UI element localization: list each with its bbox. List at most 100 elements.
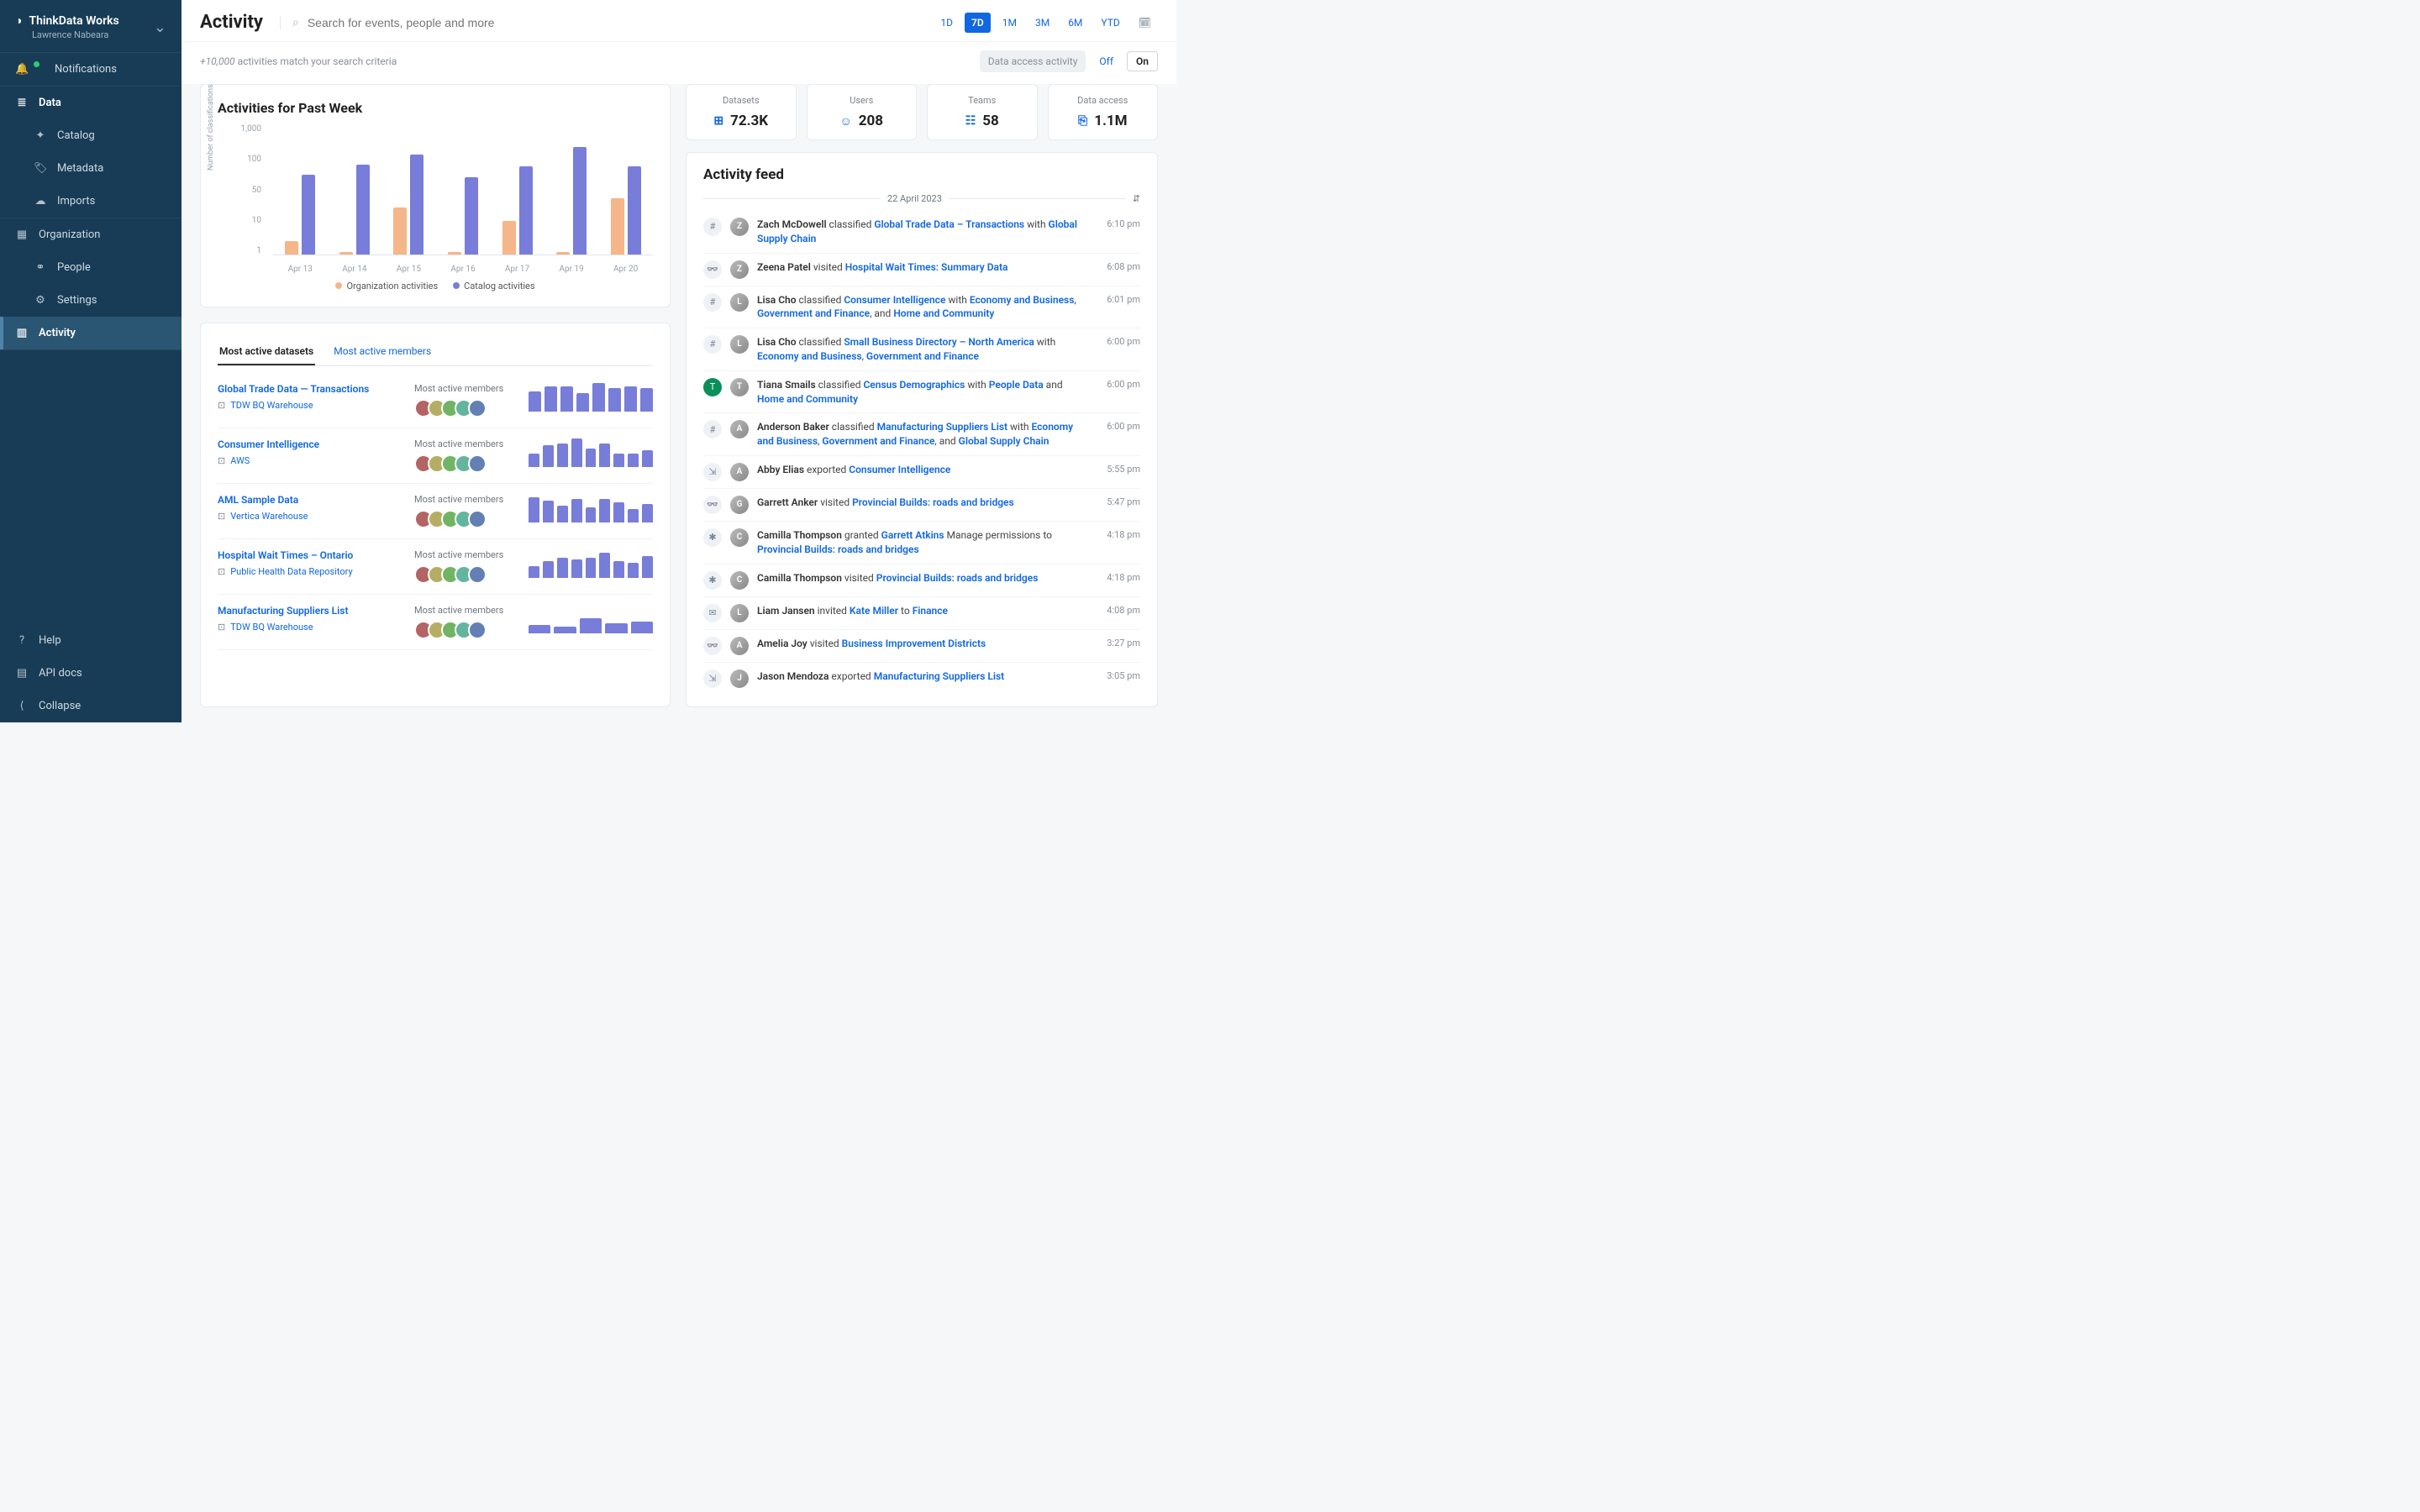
activities-chart-card: Activities for Past Week Number of class…	[200, 84, 671, 307]
feed-link[interactable]: Provincial Builds: roads and bridges	[852, 496, 1014, 508]
range-6M[interactable]: 6M	[1061, 13, 1089, 33]
avatar[interactable]: C	[730, 571, 749, 590]
feed-link[interactable]: Home and Community	[757, 393, 858, 405]
bar	[556, 252, 570, 255]
nav-activity[interactable]: ▥Activity	[0, 317, 182, 349]
feed-link[interactable]: Global Supply Chain	[959, 435, 1050, 447]
feed-time: 4:08 pm	[1100, 604, 1140, 617]
feed-link[interactable]: Government and Finance	[822, 435, 934, 447]
nav-organization[interactable]: ▦Organization	[0, 218, 182, 251]
range-7D[interactable]: 7D	[965, 13, 991, 33]
dataset-link[interactable]: AML Sample Data	[218, 494, 401, 506]
nav-metadata[interactable]: 🏷Metadata	[0, 152, 182, 185]
avatar[interactable]: G	[730, 496, 749, 514]
avatar[interactable]: L	[730, 293, 749, 312]
feed-link[interactable]: Consumer Intelligence	[849, 464, 950, 475]
dataset-source[interactable]: AWS	[230, 455, 250, 466]
dataset-source[interactable]: Vertica Warehouse	[230, 511, 308, 522]
feed-time: 4:18 pm	[1100, 528, 1140, 541]
dataset-source[interactable]: Public Health Data Repository	[230, 566, 352, 577]
feed-link[interactable]: Hospital Wait Times: Summary Data	[845, 261, 1008, 273]
search-input[interactable]	[308, 16, 918, 29]
feed-link[interactable]: Census Demographics	[863, 379, 965, 391]
range-1D[interactable]: 1D	[934, 13, 960, 33]
main: Activity ⌕ 1D7D1M3M6MYTD🗓 +10,000 activi…	[182, 0, 1176, 722]
avatar[interactable]	[468, 565, 487, 584]
feed-type-icon: ⇲	[703, 463, 722, 481]
stat-teams[interactable]: Teams☷58	[927, 84, 1038, 140]
feed-link[interactable]: Finance	[913, 605, 948, 617]
feed-item: ✱CCamilla Thompson granted Garrett Atkin…	[703, 522, 1140, 564]
feed-type-icon: #	[703, 335, 722, 354]
tab-members[interactable]: Most active members	[332, 339, 433, 365]
feed-link[interactable]: People Data	[989, 379, 1044, 391]
avatar[interactable]: L	[730, 335, 749, 354]
dataset-source[interactable]: TDW BQ Warehouse	[230, 400, 313, 411]
legend-entry: Organization activities	[335, 281, 438, 291]
nav-imports[interactable]: ☁Imports	[0, 185, 182, 218]
bar	[448, 252, 461, 255]
bar	[611, 198, 624, 255]
feed-link[interactable]: Provincial Builds: roads and bridges	[876, 572, 1039, 584]
avatar[interactable]	[468, 454, 487, 473]
dataset-link[interactable]: Global Trade Data — Transactions	[218, 383, 401, 395]
feed-link[interactable]: Global Trade Data – Transactions	[874, 218, 1024, 230]
nav-collapse[interactable]: ⟨Collapse	[0, 690, 182, 722]
people-icon: ⚭	[34, 261, 47, 274]
avatar[interactable]: C	[730, 528, 749, 547]
avatar[interactable]: A	[730, 637, 749, 655]
dataset-link[interactable]: Consumer Intelligence	[218, 438, 401, 450]
calendar-icon[interactable]: 🗓	[1132, 13, 1158, 33]
feed-link[interactable]: Manufacturing Suppliers List	[874, 670, 1004, 682]
org-switcher[interactable]: ◑ThinkData Works Lawrence Nabeara ⌄	[0, 0, 182, 53]
feed-link[interactable]: Government and Finance	[866, 350, 979, 362]
stat-data-access[interactable]: Data access⎘1.1M	[1048, 84, 1159, 140]
range-YTD[interactable]: YTD	[1094, 13, 1126, 33]
nav-notifications[interactable]: 🔔 Notifications	[0, 53, 182, 86]
avatar[interactable]: J	[730, 669, 749, 688]
avatar[interactable]: Z	[730, 260, 749, 279]
range-1M[interactable]: 1M	[996, 13, 1023, 33]
avatar[interactable]: A	[730, 463, 749, 481]
feed-link[interactable]: Home and Community	[893, 307, 994, 319]
building-icon: ▦	[15, 228, 29, 241]
avatar[interactable]: T	[730, 378, 749, 396]
toggle-on[interactable]: On	[1127, 51, 1158, 71]
avatar[interactable]	[468, 399, 487, 417]
toggle-off[interactable]: Off	[1092, 52, 1120, 71]
feed-link[interactable]: Provincial Builds: roads and bridges	[757, 543, 919, 555]
feed-link[interactable]: Government and Finance	[757, 307, 870, 319]
avatar[interactable]: Z	[730, 218, 749, 236]
feed-title: Activity feed	[703, 166, 1140, 183]
nav-people[interactable]: ⚭People	[0, 251, 182, 284]
notification-dot	[34, 61, 39, 67]
dataset-link[interactable]: Hospital Wait Times – Ontario	[218, 549, 401, 561]
feed-link[interactable]: Consumer Intelligence	[844, 294, 945, 306]
nav-api-docs[interactable]: ▤API docs	[0, 657, 182, 690]
nav-settings[interactable]: ⚙Settings	[0, 284, 182, 317]
dataset-source[interactable]: TDW BQ Warehouse	[230, 622, 313, 633]
feed-link[interactable]: Garrett Atkins	[881, 529, 944, 541]
stat-users[interactable]: Users☺208	[807, 84, 918, 140]
feed-link[interactable]: Kate Miller	[850, 605, 898, 617]
nav-help[interactable]: ?Help	[0, 624, 182, 657]
dataset-row: Hospital Wait Times – Ontario⊡Public Hea…	[218, 539, 653, 595]
feed-link[interactable]: Manufacturing Suppliers List	[877, 421, 1007, 433]
avatar[interactable]	[468, 510, 487, 528]
dataset-link[interactable]: Manufacturing Suppliers List	[218, 605, 401, 617]
feed-link[interactable]: Business Improvement Districts	[842, 638, 986, 649]
chevron-down-icon: ⌄	[154, 18, 166, 36]
collapse-feed-icon[interactable]: ⇵	[1133, 193, 1140, 204]
stat-datasets[interactable]: Datasets⊞72.3K	[686, 84, 797, 140]
range-3M[interactable]: 3M	[1028, 13, 1056, 33]
feed-item: ✱CCamilla Thompson visited Provincial Bu…	[703, 564, 1140, 597]
avatar[interactable]	[468, 621, 487, 639]
feed-link[interactable]: Economy and Business	[970, 294, 1075, 306]
nav-catalog[interactable]: ✦Catalog	[0, 119, 182, 152]
nav-data[interactable]: ≣Data	[0, 87, 182, 119]
feed-link[interactable]: Economy and Business	[757, 350, 862, 362]
avatar[interactable]: A	[730, 420, 749, 438]
tab-datasets[interactable]: Most active datasets	[218, 339, 315, 365]
feed-link[interactable]: Small Business Directory – North America	[844, 336, 1034, 348]
avatar[interactable]: L	[730, 604, 749, 622]
